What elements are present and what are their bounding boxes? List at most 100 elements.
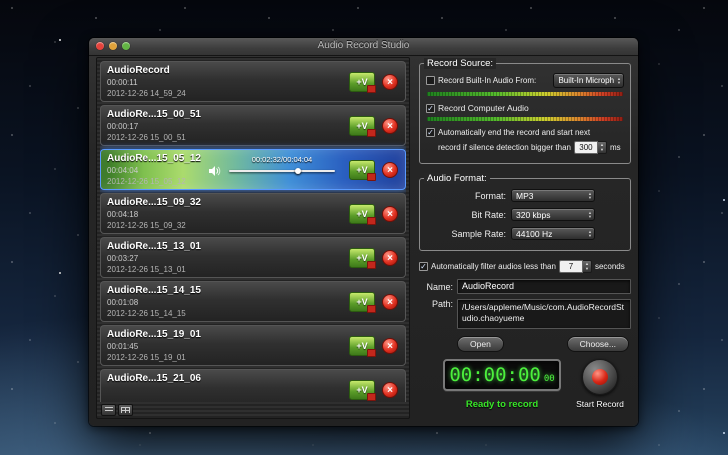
window-title: Audio Record Studio (89, 40, 638, 51)
record-source-group: Record Source: Record Built-In Audio Fro… (419, 63, 631, 164)
start-record-control: Start Record (569, 359, 631, 409)
delete-button[interactable]: × (382, 118, 398, 134)
start-record-label: Start Record (569, 399, 631, 409)
settings-panel: Record Source: Record Built-In Audio Fro… (419, 57, 631, 419)
list-view-icon (105, 407, 113, 413)
filter-checkbox[interactable]: ✓ (419, 262, 428, 271)
recording-row[interactable]: AudioRecord 00:00:11 2012-12-26 14_59_24… (100, 61, 406, 102)
app-window: Audio Record Studio AudioRecord 00:00:11… (89, 38, 638, 426)
silence-label: record if silence detection bigger than (438, 143, 571, 152)
recording-row[interactable]: AudioRe...15_00_51 00:00:17 2012-12-26 1… (100, 105, 406, 146)
format-dropdown[interactable]: MP3 ▲▼ (511, 189, 595, 202)
seek-knob[interactable] (295, 168, 301, 174)
silence-threshold-input[interactable]: 300 (574, 141, 598, 154)
computer-level-meter (427, 117, 623, 121)
record-source-title: Record Source: (424, 58, 496, 69)
format-label: Format: (428, 191, 506, 201)
path-input[interactable]: /Users/appleme/Music/com.AudioRecordStud… (457, 299, 631, 329)
auto-end-row: ✓ Automatically end the record and start… (426, 128, 624, 137)
seek-slider[interactable] (229, 170, 335, 172)
builtin-audio-row: Record Built-In Audio From: Built-In Mic… (426, 73, 624, 88)
bitrate-dropdown[interactable]: 320 kbps ▲▼ (511, 208, 595, 221)
name-row: Name: AudioRecord (419, 279, 631, 294)
samplerate-label: Sample Rate: (428, 229, 506, 239)
audio-file-icon: +V (349, 72, 375, 92)
recording-row[interactable]: AudioRe...15_05_12 00:04:04 2012-12-26 1… (100, 149, 406, 190)
audio-format-title: Audio Format: (424, 173, 490, 184)
audio-file-icon: +V (349, 116, 375, 136)
audio-file-icon: +V (349, 204, 375, 224)
recording-row[interactable]: AudioRe...15_19_01 00:01:45 2012-12-26 1… (100, 325, 406, 366)
bitrate-value: 320 kbps (516, 210, 551, 220)
format-value: MP3 (516, 191, 533, 201)
playback-time: 00:02:32/00:04:04 (229, 155, 335, 164)
list-view-button[interactable] (101, 404, 116, 416)
audio-file-icon: +V (349, 292, 375, 312)
samplerate-dropdown[interactable]: 44100 Hz ▲▼ (511, 227, 595, 240)
record-button-icon[interactable] (582, 359, 618, 395)
recording-row[interactable]: AudioRe...15_21_06 +V × (100, 369, 406, 402)
computer-audio-checkbox[interactable]: ✓ (426, 104, 435, 113)
builtin-audio-checkbox[interactable] (426, 76, 435, 85)
detail-view-icon (121, 407, 130, 413)
silence-row: record if silence detection bigger than … (438, 141, 624, 154)
computer-audio-row: ✓ Record Computer Audio (426, 103, 624, 113)
filter-seconds-stepper[interactable]: ▲▼ (583, 260, 592, 273)
builtin-device-dropdown[interactable]: Built-In Microph ▲▼ (553, 73, 624, 88)
delete-button[interactable]: × (382, 250, 398, 266)
status-text: Ready to record (443, 399, 561, 410)
delete-button[interactable]: × (382, 206, 398, 222)
speaker-icon[interactable] (209, 164, 221, 176)
audio-file-icon: +V (349, 336, 375, 356)
recordings-panel: AudioRecord 00:00:11 2012-12-26 14_59_24… (96, 57, 410, 419)
samplerate-row: Sample Rate: 44100 Hz ▲▼ (428, 227, 622, 240)
filter-label: Automatically filter audios less than (431, 262, 556, 271)
filter-row: ✓ Automatically filter audios less than … (419, 260, 631, 273)
choose-button[interactable]: Choose... (567, 336, 629, 352)
detail-view-button[interactable] (118, 404, 133, 416)
audio-format-group: Audio Format: Format: MP3 ▲▼ Bit Rate: 3… (419, 178, 631, 251)
delete-button[interactable]: × (382, 338, 398, 354)
delete-button[interactable]: × (382, 162, 398, 178)
recording-row[interactable]: AudioRe...15_13_01 00:03:27 2012-12-26 1… (100, 237, 406, 278)
dropdown-arrows-icon: ▲▼ (588, 211, 592, 218)
open-button[interactable]: Open (457, 336, 504, 352)
delete-button[interactable]: × (382, 294, 398, 310)
bitrate-label: Bit Rate: (428, 210, 506, 220)
audio-file-icon: +V (349, 380, 375, 400)
desktop-background: Audio Record Studio AudioRecord 00:00:11… (0, 0, 728, 455)
builtin-device-value: Built-In Microph (558, 76, 614, 85)
delete-button[interactable]: × (382, 382, 398, 398)
dropdown-arrows-icon: ▲▼ (588, 192, 592, 199)
audio-file-icon: +V (349, 248, 375, 268)
view-toggles (101, 404, 133, 416)
audio-file-icon: +V (349, 160, 375, 180)
recording-row[interactable]: AudioRe...15_09_32 00:04:18 2012-12-26 1… (100, 193, 406, 234)
auto-end-checkbox[interactable]: ✓ (426, 128, 435, 137)
path-row: Path: /Users/appleme/Music/com.AudioReco… (419, 299, 631, 329)
samplerate-value: 44100 Hz (516, 229, 552, 239)
name-label: Name: (419, 282, 453, 292)
path-label: Path: (419, 299, 453, 309)
silence-threshold-field: 300 ▲▼ (574, 141, 607, 154)
window-titlebar[interactable]: Audio Record Studio (89, 38, 638, 56)
silence-stepper[interactable]: ▲▼ (598, 141, 607, 154)
recordings-list-rows: AudioRecord 00:00:11 2012-12-26 14_59_24… (100, 61, 406, 402)
recorder-area: 00:00:00 00 Ready to record Start Record (419, 359, 631, 419)
dropdown-arrows-icon: ▲▼ (617, 77, 621, 84)
name-input[interactable]: AudioRecord (457, 279, 631, 294)
filter-seconds-field: 7 ▲▼ (559, 260, 592, 273)
format-row: Format: MP3 ▲▼ (428, 189, 622, 202)
path-buttons-row: Open Choose... (419, 336, 631, 352)
bitrate-row: Bit Rate: 320 kbps ▲▼ (428, 208, 622, 221)
playback-controls: 00:02:32/00:04:04 (209, 162, 339, 182)
filter-seconds-input[interactable]: 7 (559, 260, 583, 273)
delete-button[interactable]: × (382, 74, 398, 90)
builtin-level-meter (427, 92, 623, 96)
auto-end-label: Automatically end the record and start n… (438, 128, 590, 137)
timer-display: 00:00:00 00 (443, 359, 561, 391)
ms-label: ms (610, 143, 621, 152)
recording-row[interactable]: AudioRe...15_14_15 00:01:08 2012-12-26 1… (100, 281, 406, 322)
timer-digits: 00:00:00 (449, 364, 541, 386)
dropdown-arrows-icon: ▲▼ (588, 230, 592, 237)
